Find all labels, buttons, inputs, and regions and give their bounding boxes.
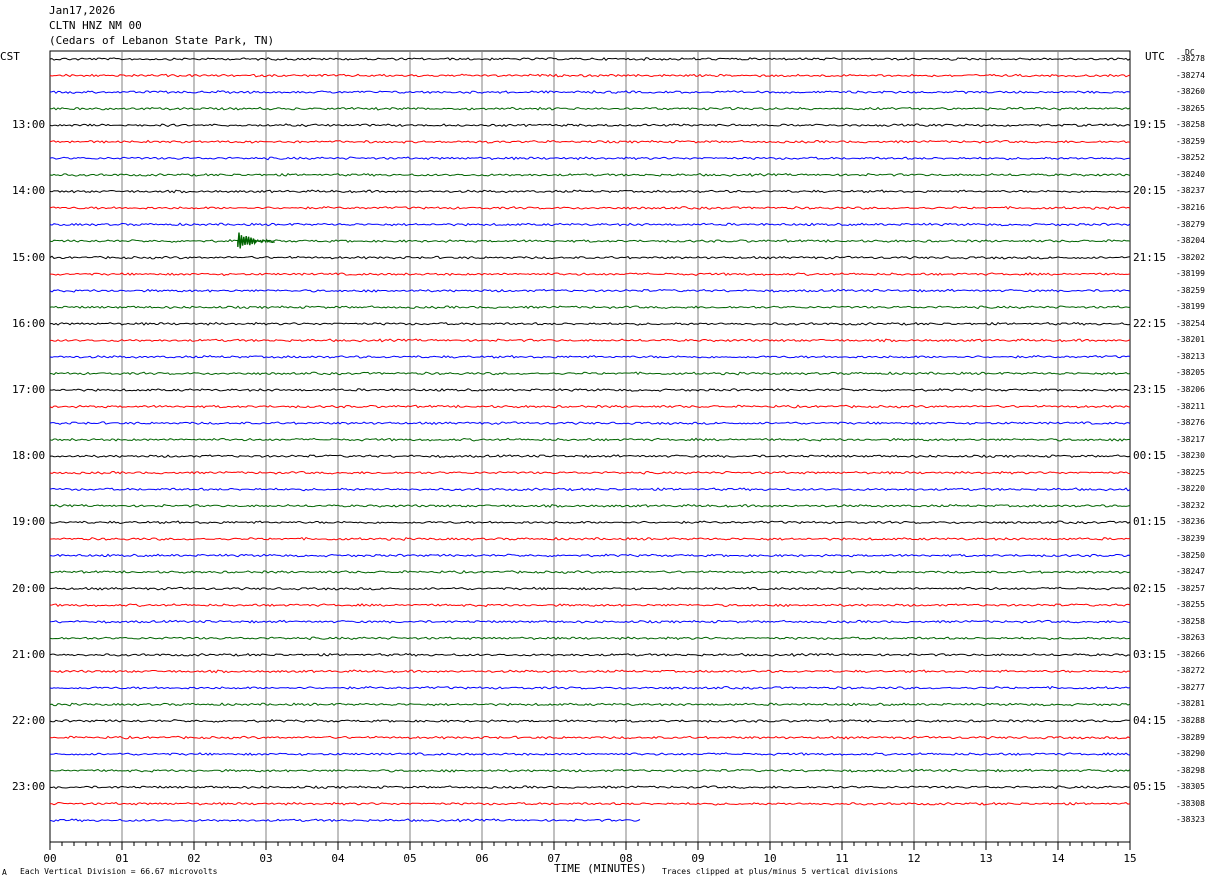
- x-tick-label: 03: [259, 852, 272, 865]
- trace-line: [50, 536, 1131, 541]
- trace-line: [49, 139, 1131, 144]
- trace-line: [49, 57, 1131, 62]
- corner-mark: A: [2, 868, 7, 877]
- x-axis-title: TIME (MINUTES): [554, 862, 647, 875]
- trace-line: [49, 719, 1131, 723]
- trace-line: [49, 371, 1131, 376]
- x-tick-label: 12: [907, 852, 920, 865]
- x-tick-label: 02: [187, 852, 200, 865]
- trace-line: [49, 503, 1131, 508]
- trace-line: [49, 205, 1131, 210]
- trace-line: [50, 272, 1131, 277]
- trace-line: [49, 520, 1131, 525]
- trace-line: [49, 636, 1131, 641]
- trace-line: [49, 669, 1131, 674]
- trace-line: [49, 106, 1131, 111]
- trace-line: [49, 685, 1131, 690]
- trace-line: [49, 89, 1131, 95]
- trace-line: [49, 652, 1131, 657]
- x-tick-label: 05: [403, 852, 416, 865]
- trace-line: [49, 189, 1131, 194]
- x-tick-label: 14: [1051, 852, 1065, 865]
- helicorder-plot: 00 01 02 03 04 05 06 07 08 09 10 11 12 13 14 15: [43, 50, 1137, 865]
- clip-note: Traces clipped at plus/minus 5 vertical …: [662, 867, 899, 876]
- trace-line: [50, 801, 1131, 806]
- plot-frame: [49, 50, 1131, 843]
- scale-note: Each Vertical Division = 66.67 microvolt…: [20, 867, 218, 876]
- trace-line: [49, 156, 1131, 161]
- trace-line: [49, 619, 1131, 624]
- x-tick-label: 13: [979, 852, 992, 865]
- trace-line: [49, 735, 1131, 740]
- trace-line: [49, 172, 1131, 177]
- trace-line: [49, 321, 1131, 326]
- trace-line: [49, 702, 1131, 707]
- trace-line: [49, 470, 1131, 475]
- trace-line: [49, 785, 1131, 790]
- trace-line: [49, 752, 1131, 756]
- trace-line: [49, 354, 1131, 359]
- x-tick-label: 00: [43, 852, 56, 865]
- trace-line: [49, 305, 1131, 310]
- trace-line: [49, 123, 1131, 128]
- trace-line: [49, 487, 1131, 492]
- x-tick-label: 11: [835, 852, 848, 865]
- x-tick-label: 15: [1123, 852, 1136, 865]
- trace-line: [49, 73, 1131, 78]
- trace-line: [49, 222, 1131, 227]
- trace-line: [49, 388, 1130, 392]
- trace-line: [49, 437, 1131, 442]
- trace-line: [49, 818, 641, 823]
- x-tick-label: 09: [691, 852, 704, 865]
- trace-line: [50, 768, 1131, 773]
- trace-line: [49, 255, 1131, 260]
- trace-line: [49, 586, 1131, 591]
- x-tick-label: 04: [331, 852, 345, 865]
- x-tick-label: 10: [763, 852, 776, 865]
- trace-line: [49, 603, 1131, 608]
- trace-line: [49, 239, 1131, 243]
- trace-line: [49, 553, 1131, 558]
- x-tick-label: 01: [115, 852, 128, 865]
- trace-line: [49, 569, 1131, 574]
- trace-line: [49, 288, 1131, 293]
- x-tick-label: 06: [475, 852, 488, 865]
- trace-line: [49, 454, 1131, 459]
- trace-line: [49, 421, 1131, 426]
- trace-line: [50, 338, 1131, 343]
- trace-line: [49, 404, 1131, 409]
